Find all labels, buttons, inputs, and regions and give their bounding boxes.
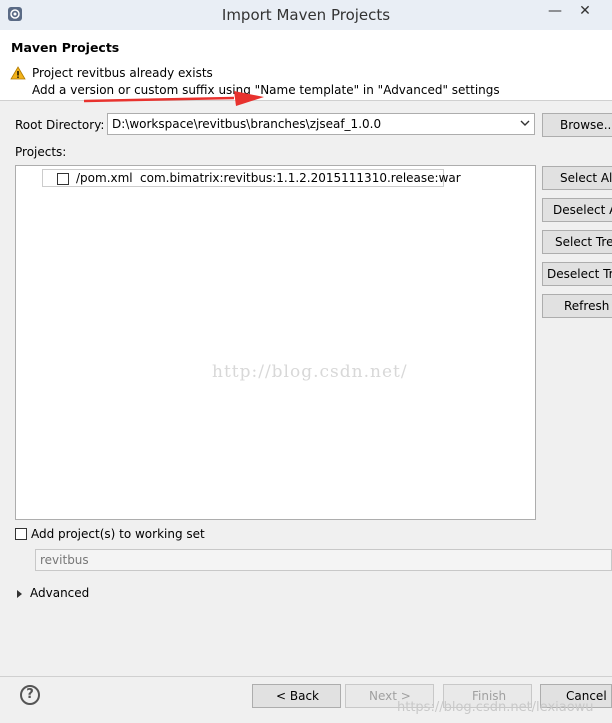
browse-button[interactable]: Browse... — [542, 113, 612, 137]
warning-message: Project revitbus already exists — [32, 66, 213, 80]
root-directory-combo[interactable]: D:\workspace\revitbus\branches\zjseaf_1.… — [107, 113, 535, 135]
select-all-button[interactable]: Select All — [542, 166, 612, 190]
projects-label: Projects: — [15, 145, 67, 159]
minimize-button[interactable]: — — [540, 0, 570, 22]
warning-icon — [10, 66, 26, 80]
project-pom-path: /pom.xml — [76, 171, 133, 185]
annotation-arrow-icon — [84, 91, 264, 106]
root-directory-label: Root Directory: — [15, 118, 105, 132]
help-icon[interactable]: ? — [20, 685, 40, 705]
root-directory-value: D:\workspace\revitbus\branches\zjseaf_1.… — [112, 117, 382, 131]
projects-tree[interactable]: /pom.xml com.bimatrix:revitbus:1.1.2.201… — [15, 165, 536, 520]
refresh-button[interactable]: Refresh — [542, 294, 612, 318]
deselect-tree-button[interactable]: Deselect Tree — [542, 262, 612, 286]
project-checkbox[interactable] — [57, 173, 69, 185]
project-coordinates: com.bimatrix:revitbus:1.1.2.2015111310.r… — [140, 171, 461, 185]
expand-arrow-icon[interactable] — [17, 590, 22, 598]
working-set-label: Add project(s) to working set — [31, 527, 205, 541]
working-set-value: revitbus — [40, 553, 89, 567]
working-set-combo: revitbus — [35, 549, 612, 571]
window-title: Import Maven Projects — [221, 6, 391, 24]
project-row[interactable]: /pom.xml com.bimatrix:revitbus:1.1.2.201… — [42, 169, 461, 187]
page-title: Maven Projects — [11, 40, 120, 55]
chevron-down-icon[interactable] — [520, 118, 530, 128]
back-button[interactable]: < Back — [252, 684, 341, 708]
advanced-section-label[interactable]: Advanced — [30, 586, 89, 600]
footer-watermark: https://blog.csdn.net/lexiaowu — [397, 700, 594, 715]
footer-divider — [0, 676, 612, 677]
select-tree-button[interactable]: Select Tree — [542, 230, 612, 254]
watermark-text: http://blog.csdn.net/ — [212, 362, 408, 382]
deselect-all-button[interactable]: Deselect All — [542, 198, 612, 222]
close-button[interactable]: ✕ — [570, 0, 600, 22]
working-set-checkbox[interactable] — [15, 528, 27, 540]
title-bar: Import Maven Projects — ✕ — [0, 0, 612, 30]
